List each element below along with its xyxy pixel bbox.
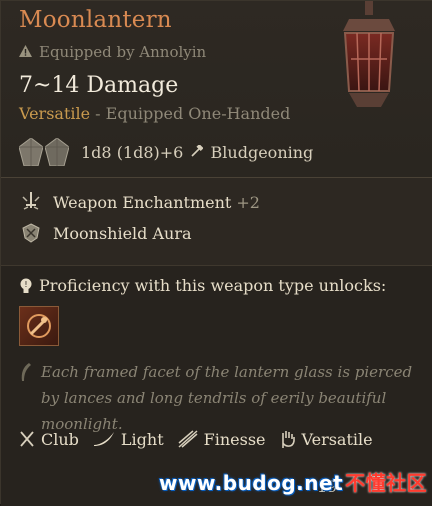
damage-formula: 1d8 (1d8)+6 Bludgeoning (81, 143, 313, 162)
item-name: Moonlantern (19, 7, 172, 33)
d8-die-icon (44, 137, 70, 167)
light-icon (93, 431, 115, 447)
sword-enchant-icon (19, 190, 43, 214)
weapon-handling: Versatile - Equipped One-Handed (19, 104, 290, 123)
property-label: Finesse (203, 429, 266, 449)
damage-range: 7~14 Damage (19, 73, 179, 98)
tooltip-header: Moonlantern Equipped by Annolyin 7~14 Da… (1, 1, 432, 177)
svg-text:!: ! (24, 280, 27, 289)
enchantment-label: Weapon Enchantment (53, 192, 232, 212)
enchantments-section: Weapon Enchantment +2 Moonshield Aura (1, 177, 432, 266)
property-label: Light (120, 429, 164, 449)
finesse-icon (178, 430, 198, 448)
equip-state: - Equipped One-Handed (90, 104, 291, 123)
bludgeon-hammer-icon (190, 143, 208, 162)
versatile-hand-icon (280, 429, 296, 449)
equipped-by: Equipped by Annolyin (19, 43, 206, 61)
property-versatile[interactable]: Versatile (280, 429, 373, 449)
damage-dice-row: 1d8 (1d8)+6 Bludgeoning (18, 137, 313, 167)
property-light[interactable]: Light (93, 430, 164, 449)
moonlantern-artwork-icon (343, 1, 395, 107)
watermark-cn: 不懂社区 (345, 471, 428, 495)
watermark-url: www.budog.net (159, 471, 344, 495)
lore-text-block: Each framed facet of the lantern glass i… (19, 359, 419, 437)
property-label: Club (41, 429, 79, 449)
proficiency-action-icon[interactable] (19, 306, 59, 346)
damage-formula-text: 1d8 (1d8)+6 (81, 142, 184, 162)
shield-aura-icon (19, 221, 43, 245)
enchantment-row[interactable]: Moonshield Aura (19, 221, 192, 245)
site-watermark: www.budog.net 不懂社区 (159, 467, 427, 496)
club-icon (19, 430, 35, 448)
property-finesse[interactable]: Finesse (178, 430, 266, 449)
enchantment-row[interactable]: Weapon Enchantment +2 (19, 190, 260, 214)
lightbulb-icon: ! (19, 277, 33, 295)
damage-type: Bludgeoning (210, 142, 314, 162)
quill-icon (19, 363, 31, 381)
warning-icon (19, 43, 33, 61)
property-club[interactable]: Club (19, 430, 79, 449)
enchantment-bonus: +2 (236, 192, 260, 212)
equipped-by-text: Equipped by Annolyin (39, 43, 207, 61)
proficiency-text: Proficiency with this weapon type unlock… (39, 276, 387, 295)
enchantment-label: Moonshield Aura (53, 223, 192, 243)
d8-die-icon (18, 137, 44, 167)
lore-text: Each framed facet of the lantern glass i… (41, 363, 413, 433)
item-tooltip: Moonlantern Equipped by Annolyin 7~14 Da… (0, 0, 432, 506)
proficiency-heading: ! Proficiency with this weapon type unlo… (19, 276, 386, 295)
versatile-link[interactable]: Versatile (19, 104, 90, 123)
property-label: Versatile (301, 429, 373, 449)
weapon-properties: Club Light Finesse Versatile (19, 429, 387, 449)
